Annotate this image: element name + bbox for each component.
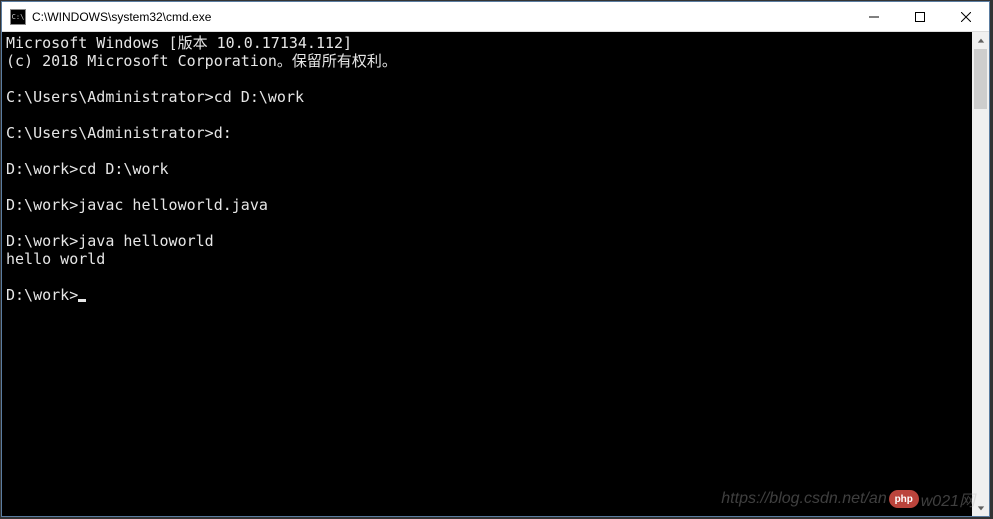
cursor (78, 299, 86, 302)
scroll-thumb[interactable] (974, 49, 987, 109)
cmd-icon: C:\ (10, 9, 26, 25)
minimize-button[interactable] (851, 2, 897, 31)
terminal-line (6, 106, 972, 124)
terminal-line: D:\work>java helloworld (6, 232, 972, 250)
terminal-line (6, 142, 972, 160)
cmd-window: C:\ C:\WINDOWS\system32\cmd.exe Microsof… (1, 1, 990, 517)
scrollbar[interactable] (972, 32, 989, 516)
maximize-button[interactable] (897, 2, 943, 31)
terminal-line (6, 268, 972, 286)
terminal-line (6, 214, 972, 232)
terminal-line: D:\work>cd D:\work (6, 160, 972, 178)
titlebar[interactable]: C:\ C:\WINDOWS\system32\cmd.exe (2, 2, 989, 32)
scroll-down-button[interactable] (972, 499, 989, 516)
terminal-output[interactable]: Microsoft Windows [版本 10.0.17134.112](c)… (2, 32, 972, 516)
terminal-line: D:\work> (6, 286, 972, 304)
terminal-line: C:\Users\Administrator>d: (6, 124, 972, 142)
terminal-line: C:\Users\Administrator>cd D:\work (6, 88, 972, 106)
window-controls (851, 2, 989, 31)
terminal-line: Microsoft Windows [版本 10.0.17134.112] (6, 34, 972, 52)
terminal-area: Microsoft Windows [版本 10.0.17134.112](c)… (2, 32, 989, 516)
scroll-up-button[interactable] (972, 32, 989, 49)
terminal-line: D:\work>javac helloworld.java (6, 196, 972, 214)
window-title: C:\WINDOWS\system32\cmd.exe (32, 10, 851, 24)
close-button[interactable] (943, 2, 989, 31)
terminal-line: hello world (6, 250, 972, 268)
terminal-line (6, 178, 972, 196)
terminal-line (6, 70, 972, 88)
scroll-track[interactable] (972, 49, 989, 499)
terminal-line: (c) 2018 Microsoft Corporation。保留所有权利。 (6, 52, 972, 70)
